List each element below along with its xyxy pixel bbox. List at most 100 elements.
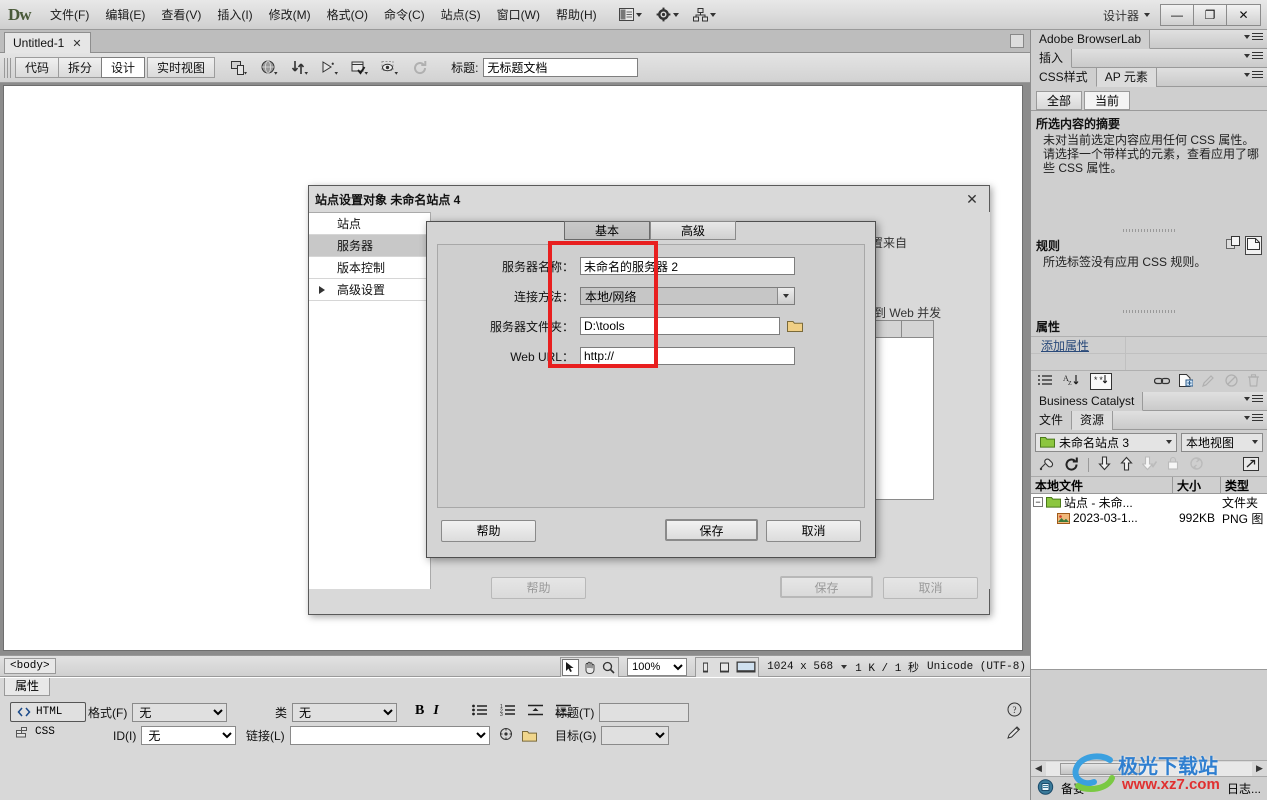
class-select[interactable]: 无 [292,703,398,722]
tab-files[interactable]: 文件 [1031,410,1073,430]
connection-method-select[interactable]: 本地/网络 [580,287,795,305]
id-select[interactable]: 无 [141,726,237,745]
table-row[interactable]: 添加属性 [1031,337,1267,354]
ordered-list-icon[interactable]: 123 [500,704,515,718]
phone-size-icon[interactable] [697,659,714,676]
document-tab-untitled-1[interactable]: Untitled-1 ✕ [4,32,91,53]
menu-site[interactable]: 站点(S) [433,3,489,27]
close-icon[interactable]: ✕ [72,37,81,50]
desktop-size-icon[interactable] [735,659,757,676]
subtab-all[interactable]: 全部 [1036,91,1083,110]
restore-down-icon[interactable] [1010,34,1024,48]
maximize-button[interactable]: ❐ [1194,5,1227,25]
view-mode-select[interactable]: 本地视图 [1181,432,1263,452]
business-catalyst-tab[interactable]: Business Catalyst [1031,391,1144,411]
scrollbar-track[interactable] [1046,761,1252,776]
menu-insert[interactable]: 插入(I) [209,3,260,27]
list-item[interactable]: 2023-03-1... 992KB PNG 图 [1031,510,1267,526]
menu-edit[interactable]: 编辑(E) [97,3,153,27]
menu-format[interactable]: 格式(O) [319,3,376,27]
category-view-icon[interactable] [1038,374,1053,389]
unordered-list-icon[interactable] [472,704,487,718]
browserlab-panel-header[interactable]: Adobe BrowserLab [1031,29,1267,49]
multiscreen-icon[interactable] [230,58,249,77]
horizontal-scrollbar[interactable]: ◀ ▶ [1031,760,1267,776]
file-transfer-icon[interactable] [290,58,309,77]
insert-tab[interactable]: 插入 [1031,48,1073,68]
tablet-size-icon[interactable] [716,659,733,676]
document-title-input[interactable] [483,58,639,77]
rules-cascade-icon[interactable] [1226,236,1241,255]
zoom-level-select[interactable]: 100% [627,658,688,676]
layout-view-icon[interactable] [618,8,642,21]
tab-ap-elements[interactable]: AP 元素 [1096,67,1157,87]
tab-advanced[interactable]: 高级 [650,221,736,240]
validate-icon[interactable] [320,58,339,77]
files-list[interactable]: − 站点 - 未命... 文件夹 2023-03-1... 992KB PNG … [1031,494,1267,670]
table-row[interactable] [1031,354,1267,370]
scroll-left-arrow-icon[interactable]: ◀ [1031,763,1046,774]
extend-gear-icon[interactable] [656,7,679,22]
add-property-link[interactable]: 添加属性 [1031,337,1126,353]
outdent-icon[interactable] [528,704,543,718]
scroll-right-arrow-icon[interactable]: ▶ [1252,763,1267,774]
column-local-files[interactable]: 本地文件 [1031,476,1173,494]
list-item[interactable]: − 站点 - 未命... 文件夹 [1031,494,1267,510]
close-button[interactable]: ✕ [1227,5,1260,25]
help-icon[interactable]: ? [1007,702,1022,720]
menu-modify[interactable]: 修改(M) [261,3,319,27]
minimize-button[interactable]: — [1161,5,1194,25]
log-button[interactable]: 日志... [1227,780,1261,797]
put-files-icon[interactable] [1120,456,1133,474]
expand-collapse-toggle[interactable]: − [1033,497,1043,507]
subtab-current[interactable]: 当前 [1084,91,1131,110]
menu-view[interactable]: 查看(V) [153,3,209,27]
site-select[interactable]: 未命名站点 3 [1035,432,1177,452]
scrollbar-thumb[interactable] [1060,762,1140,775]
visual-aids-icon[interactable] [380,58,399,77]
panel-options-menu[interactable] [1244,52,1263,59]
server-help-button[interactable]: 帮助 [441,520,536,542]
column-type[interactable]: 类型 [1221,477,1267,494]
connect-icon[interactable] [1039,457,1055,474]
server-name-input[interactable] [580,257,795,275]
tab-basic[interactable]: 基本 [564,221,650,240]
panel-options-menu[interactable] [1244,395,1263,402]
select-arrow-icon[interactable] [562,658,580,676]
expand-icon[interactable] [1243,456,1259,474]
new-rule-icon[interactable] [1179,373,1194,390]
rules-about-icon[interactable] [1245,236,1262,255]
property-value-cell[interactable] [1126,337,1267,353]
format-select[interactable]: 无 [132,703,228,722]
column-size[interactable]: 大小 [1173,476,1221,494]
tag-selector[interactable]: <body> [4,658,56,674]
get-files-icon[interactable] [1098,456,1111,474]
nav-item-advanced-settings[interactable]: 高级设置 [309,279,430,301]
tab-assets[interactable]: 资源 [1072,410,1114,430]
point-to-file-icon[interactable] [499,727,513,744]
bold-button[interactable]: B [415,703,424,719]
menu-window[interactable]: 窗口(W) [489,3,548,27]
browserlab-tab[interactable]: Adobe BrowserLab [1031,29,1151,49]
browse-folder-icon[interactable] [787,319,803,333]
nav-item-site[interactable]: 站点 [309,213,430,235]
business-catalyst-panel-header[interactable]: Business Catalyst [1031,391,1267,411]
link-select[interactable] [289,726,490,745]
view-design-button[interactable]: 设计 [101,57,146,78]
close-icon[interactable]: ✕ [963,190,981,208]
workspace-switcher[interactable]: 设计器 [1103,7,1150,24]
view-code-button[interactable]: 代码 [15,57,60,78]
nav-item-version-control[interactable]: 版本控制 [309,257,430,279]
panel-options-menu[interactable] [1244,71,1263,78]
globe-preview-icon[interactable] [260,58,279,77]
browse-folder-icon[interactable] [521,729,538,743]
properties-tab[interactable]: 属性 [4,678,51,696]
set-properties-icon[interactable]: ** [1090,373,1112,390]
check-browser-icon[interactable] [350,58,369,77]
chevron-down-icon[interactable] [841,665,848,669]
insert-panel-header[interactable]: 插入 [1031,48,1267,68]
panel-options-menu[interactable] [1244,414,1263,421]
nav-item-servers[interactable]: 服务器 [309,235,430,257]
view-split-button[interactable]: 拆分 [58,57,103,78]
web-url-input[interactable] [580,347,795,365]
